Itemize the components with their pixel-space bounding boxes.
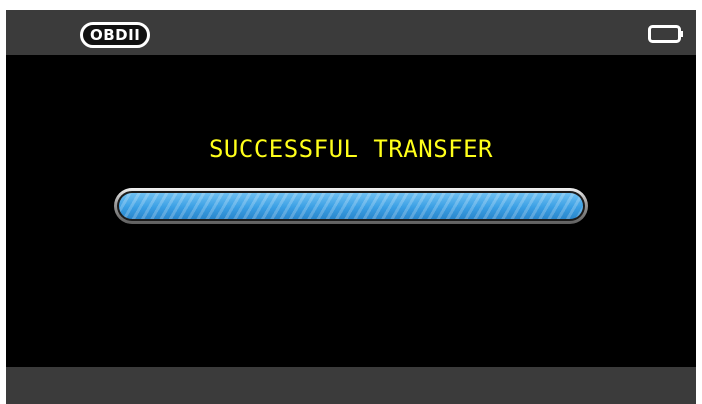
bottom-bar (6, 367, 696, 404)
battery-icon (648, 25, 683, 43)
transfer-status-message: SUCCESSFUL TRANSFER (208, 135, 494, 163)
message-area: SUCCESSFUL TRANSFER (6, 55, 696, 367)
transfer-progress-bar (114, 188, 588, 224)
progress-bar-fill (119, 193, 583, 219)
device-screen: OBDII SUCCESSFUL TRANSFER (6, 10, 696, 404)
progress-bar-inner (117, 191, 585, 221)
status-bar: OBDII (6, 10, 696, 55)
obdii-badge: OBDII (80, 22, 151, 48)
